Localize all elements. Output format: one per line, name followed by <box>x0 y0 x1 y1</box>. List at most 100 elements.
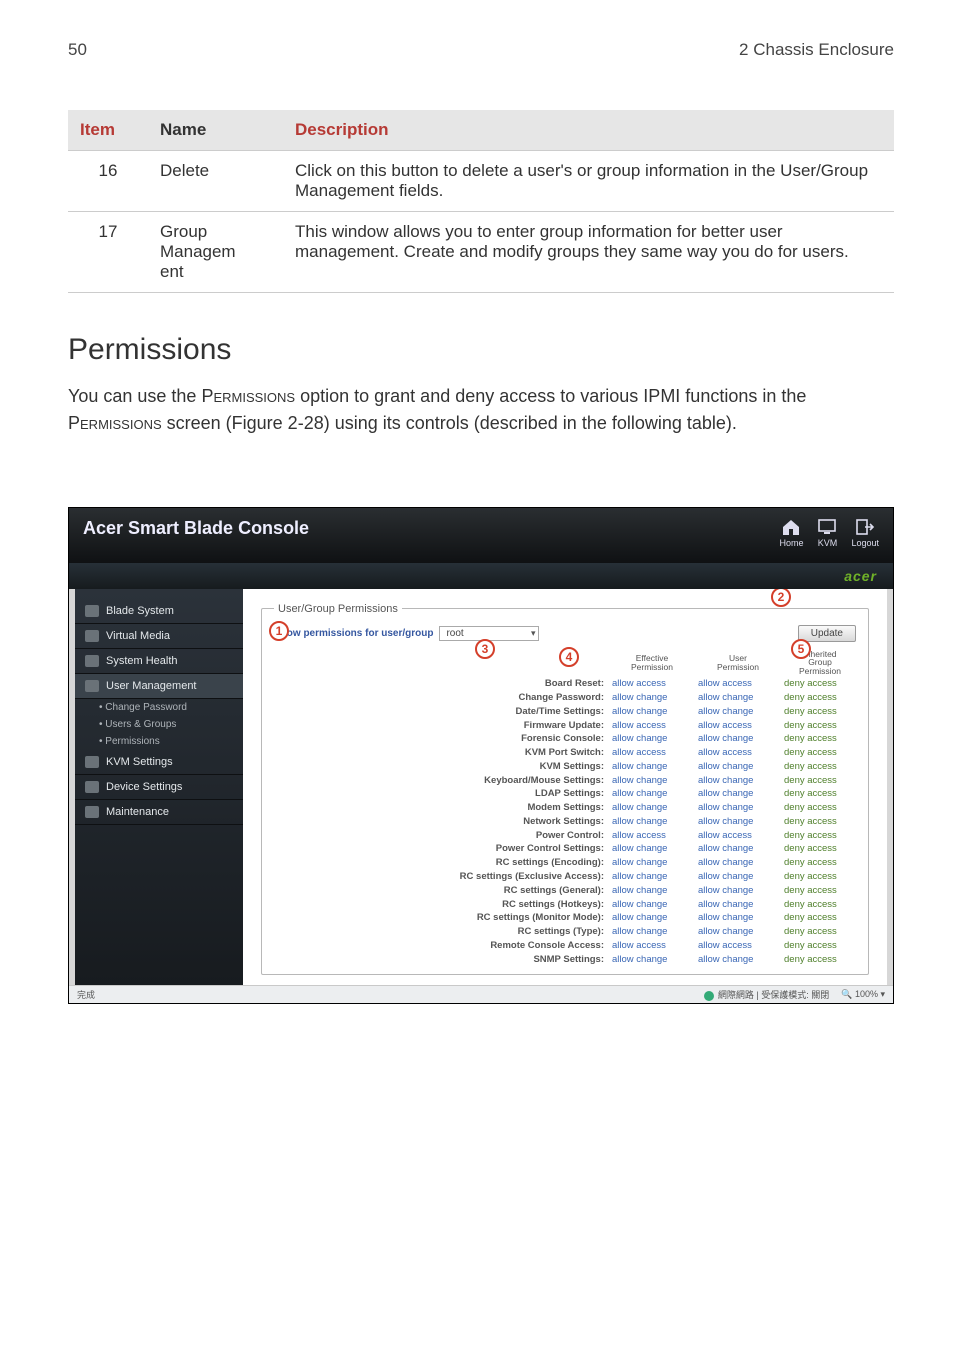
perm-user[interactable]: allow access <box>698 677 778 691</box>
perm-user[interactable]: allow change <box>698 801 778 815</box>
perm-user[interactable]: allow access <box>698 746 778 760</box>
nav-glyph-icon <box>85 605 99 617</box>
status-left: 完成 <box>77 988 95 1001</box>
perm-user[interactable]: allow change <box>698 842 778 856</box>
perm-user[interactable]: allow change <box>698 691 778 705</box>
perm-group: deny access <box>784 719 856 733</box>
permission-row: Keyboard/Mouse Settings: allow change allo… <box>274 774 856 788</box>
perm-effective[interactable]: allow change <box>612 898 692 912</box>
sidebar-subitem[interactable]: • Change Password <box>75 699 243 716</box>
permission-row: RC settings (Type):allow changeallow cha… <box>274 925 856 939</box>
perm-user[interactable]: allow change <box>698 732 778 746</box>
section-title: Permissions <box>68 333 894 367</box>
perm-effective[interactable]: allow change <box>612 705 692 719</box>
perm-name: Keyboard/Mouse Settings: <box>274 774 606 788</box>
perm-user[interactable]: allow change <box>698 787 778 801</box>
perm-effective[interactable]: allow change <box>612 774 692 788</box>
perm-effective[interactable]: allow change <box>612 870 692 884</box>
perm-effective[interactable]: allow change <box>612 732 692 746</box>
permission-row: RC settings (Hotkeys):allow changeallow … <box>274 898 856 912</box>
perm-effective[interactable]: allow change <box>612 801 692 815</box>
perm-name: Date/Time Settings: <box>274 705 606 719</box>
zoom-value: 100% <box>855 989 878 999</box>
perm-name: Network Settings: <box>274 815 606 829</box>
kvm-label: KVM <box>818 538 838 548</box>
perm-effective[interactable]: allow change <box>612 925 692 939</box>
perm-group: deny access <box>784 925 856 939</box>
permission-row: RC settings (Monitor Mode):allow changea… <box>274 911 856 925</box>
perm-effective[interactable]: allow change <box>612 911 692 925</box>
permission-row: RC settings (Exclusive Access):allow cha… <box>274 870 856 884</box>
perm-user[interactable]: allow change <box>698 898 778 912</box>
sidebar-item[interactable]: KVM Settings <box>75 750 243 775</box>
perm-user[interactable]: allow change <box>698 911 778 925</box>
nav-label: Maintenance <box>106 806 169 818</box>
nav-glyph-icon <box>85 806 99 818</box>
nav-glyph-icon <box>85 756 99 768</box>
nav-label: Blade System <box>106 605 174 617</box>
cell-item: 17 <box>68 212 148 293</box>
permission-row: Network Settings: allow change allow chang… <box>274 815 856 829</box>
perm-effective[interactable]: allow change <box>612 760 692 774</box>
kvm-icon[interactable]: KVM <box>817 518 837 549</box>
sidebar-subitem[interactable]: • Users & Groups <box>75 716 243 733</box>
perm-user[interactable]: allow access <box>698 719 778 733</box>
perm-effective[interactable]: allow access <box>612 829 692 843</box>
perm-effective[interactable]: allow access <box>612 719 692 733</box>
permission-row: RC settings (General): allow change allow … <box>274 884 856 898</box>
perm-group: deny access <box>784 939 856 953</box>
perm-name: KVM Settings: <box>274 760 606 774</box>
nav-label: KVM Settings <box>106 756 173 768</box>
globe-icon <box>704 991 714 1001</box>
sidebar-item[interactable]: User Management <box>75 674 243 699</box>
perm-effective[interactable]: allow access <box>612 677 692 691</box>
perm-effective[interactable]: allow change <box>612 884 692 898</box>
permissions-rows: Board Reset: allow access allow access deny… <box>274 677 856 966</box>
perm-effective[interactable]: allow change <box>612 691 692 705</box>
perm-user[interactable]: allow change <box>698 774 778 788</box>
nav-label: Device Settings <box>106 781 182 793</box>
perm-effective[interactable]: allow access <box>612 746 692 760</box>
perm-user[interactable]: allow change <box>698 760 778 774</box>
callout-5: 5 <box>791 639 811 659</box>
perm-user[interactable]: allow change <box>698 705 778 719</box>
logout-icon[interactable]: Logout <box>851 518 879 549</box>
show-label: Show permissions for user/group <box>274 628 433 639</box>
th-desc: Description <box>283 110 894 151</box>
permission-row: Power Control Settings:allow changeallow… <box>274 842 856 856</box>
sidebar-item[interactable]: System Health <box>75 649 243 674</box>
perm-name: Board Reset: <box>274 677 606 691</box>
perm-name: RC settings (General): <box>274 884 606 898</box>
perm-name: SNMP Settings: <box>274 953 606 967</box>
perm-user[interactable]: allow change <box>698 856 778 870</box>
perm-user[interactable]: allow change <box>698 815 778 829</box>
perm-effective[interactable]: allow change <box>612 953 692 967</box>
home-icon[interactable]: Home <box>779 518 803 549</box>
col3-line3: Permission <box>784 667 856 676</box>
perm-user[interactable]: allow change <box>698 953 778 967</box>
user-group-select[interactable]: root <box>439 626 539 641</box>
update-button[interactable]: Update <box>798 625 856 642</box>
permission-row: LDAP Settings:allow changeallow changede… <box>274 787 856 801</box>
th-item: Item <box>68 110 148 151</box>
perm-user[interactable]: allow access <box>698 829 778 843</box>
sidebar-item[interactable]: Blade System <box>75 599 243 624</box>
acer-console: Acer Smart Blade Console Home KVM Logout… <box>68 507 894 1004</box>
perm-effective[interactable]: allow change <box>612 787 692 801</box>
sidebar-item[interactable]: Virtual Media <box>75 624 243 649</box>
perm-effective[interactable]: allow change <box>612 856 692 870</box>
nav-glyph-icon <box>85 630 99 642</box>
perm-user[interactable]: allow access <box>698 939 778 953</box>
perm-effective[interactable]: allow access <box>612 939 692 953</box>
perm-effective[interactable]: allow change <box>612 842 692 856</box>
perm-user[interactable]: allow change <box>698 925 778 939</box>
sidebar-item[interactable]: Device Settings <box>75 775 243 800</box>
perm-user[interactable]: allow change <box>698 870 778 884</box>
sidebar-subitem[interactable]: • Permissions <box>75 733 243 750</box>
perm-user[interactable]: allow change <box>698 884 778 898</box>
permissions-smallcaps: Permissions <box>68 413 162 433</box>
table-row: 17GroupManagementThis window allows you … <box>68 212 894 293</box>
console-nav: Blade System Virtual MediaSystem HealthUs… <box>75 589 243 986</box>
sidebar-item[interactable]: Maintenance <box>75 800 243 825</box>
perm-effective[interactable]: allow change <box>612 815 692 829</box>
